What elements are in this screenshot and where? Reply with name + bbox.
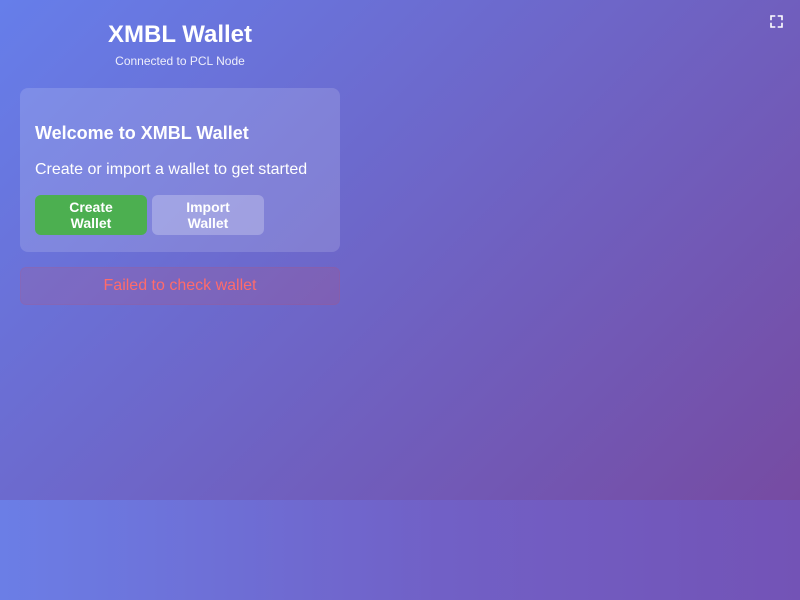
fullscreen-icon — [770, 15, 783, 28]
welcome-card: Welcome to XMBL Wallet Create or import … — [20, 88, 340, 252]
node-status: Connected to PCL Node — [115, 54, 245, 68]
welcome-title: Welcome to XMBL Wallet — [35, 123, 249, 143]
app-title: XMBL Wallet — [107, 21, 252, 48]
welcome-text: Create or import a wallet to get started — [35, 161, 308, 178]
create-wallet-button[interactable]: Create Wallet — [35, 195, 147, 235]
import-wallet-button[interactable]: Import Wallet — [152, 195, 264, 235]
wallet-header: XMBL Wallet Connected to PCL Node — [20, 0, 340, 68]
popup-viewport: XMBL Wallet Connected to PCL Node Welcom… — [0, 0, 800, 500]
error-message: Failed to check wallet — [20, 267, 340, 305]
page-background-band — [0, 500, 800, 600]
fullscreen-button[interactable] — [770, 15, 783, 28]
wallet-popup: XMBL Wallet Connected to PCL Node Welcom… — [20, 0, 340, 305]
wallet-actions: Create Wallet Import Wallet — [35, 195, 325, 235]
